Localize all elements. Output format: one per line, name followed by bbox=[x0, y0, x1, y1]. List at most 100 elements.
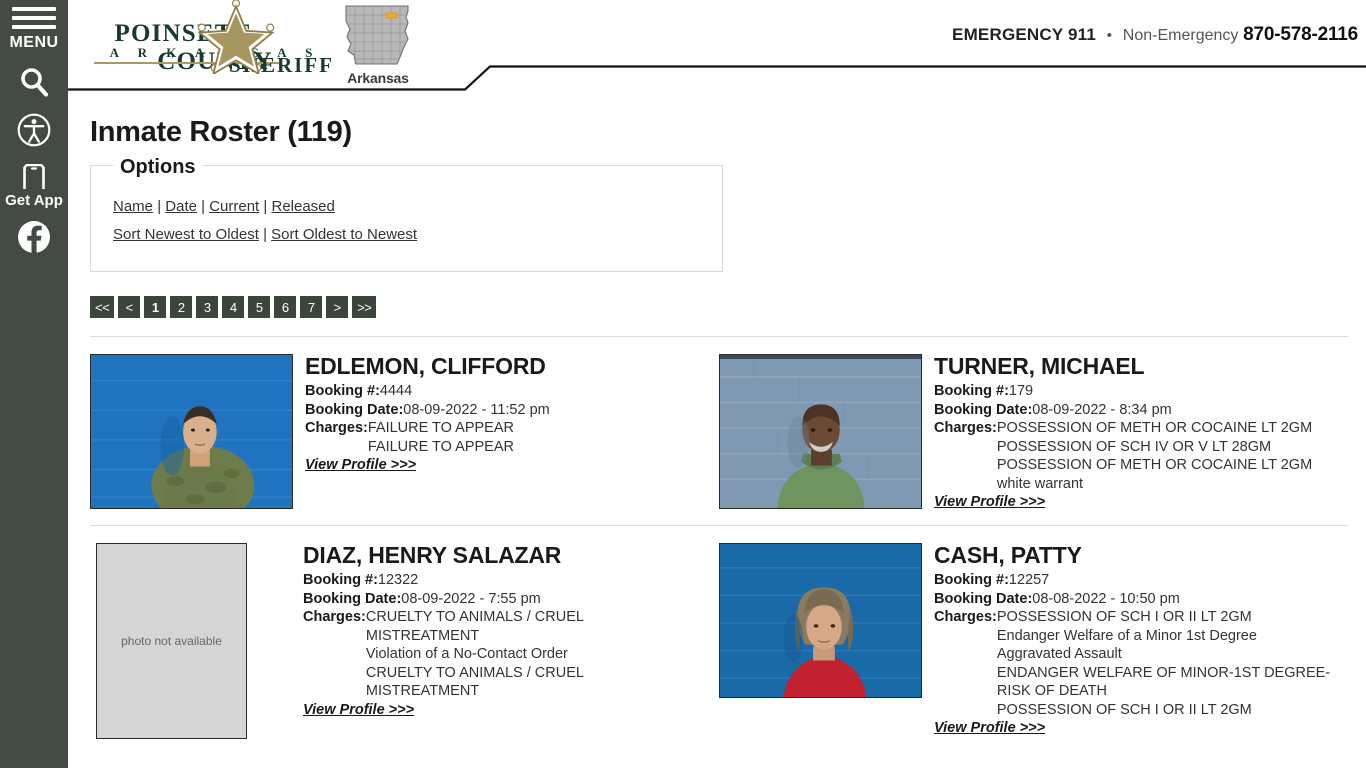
booking-number-value: 4444 bbox=[379, 383, 413, 400]
state-map-label: Arkansas bbox=[347, 70, 409, 86]
booking-number-label: Booking #: bbox=[934, 572, 1009, 589]
link-separator: | bbox=[157, 198, 162, 215]
inmate-mugshot[interactable] bbox=[719, 543, 922, 699]
pagination: << < 1 2 3 4 5 6 7 > >> bbox=[90, 296, 1366, 318]
filter-link-released[interactable]: Released bbox=[271, 198, 334, 215]
page-next-button[interactable]: > bbox=[326, 296, 349, 318]
hamburger-icon bbox=[12, 7, 56, 34]
state-map-widget[interactable]: Arkansas bbox=[336, 3, 420, 88]
inmate-card: CASH, PATTY Booking #:12257 Booking Date… bbox=[719, 543, 1348, 739]
inmate-details: TURNER, MICHAEL Booking #:179 Booking Da… bbox=[922, 354, 1348, 511]
inmate-details: EDLEMON, CLIFFORD Booking #:4444 Booking… bbox=[293, 354, 719, 511]
booking-number-value: 12257 bbox=[1008, 572, 1050, 589]
non-emergency-label: Non-Emergency bbox=[1122, 27, 1239, 44]
view-profile-link[interactable]: View Profile >>> bbox=[305, 457, 416, 473]
charge-item: white warrant bbox=[996, 475, 1084, 492]
booking-date-label: Booking Date: bbox=[303, 590, 402, 607]
inmate-booking-date-row: Booking Date:08-09-2022 - 8:34 pm bbox=[934, 401, 1348, 420]
charge-item: POSSESSION OF SCH IV OR V LT 28GM bbox=[996, 438, 1272, 455]
booking-date-value: 08-09-2022 - 11:52 pm bbox=[403, 401, 550, 418]
mugshot-image bbox=[720, 544, 921, 698]
charge-item: CRUELTY TO ANIMALS / CRUEL MISTREATMENT bbox=[365, 664, 584, 700]
view-profile-link[interactable]: View Profile >>> bbox=[934, 494, 1045, 510]
sort-oldest-to-newest-link[interactable]: Sort Oldest to Newest bbox=[271, 226, 417, 243]
view-profile-link[interactable]: View Profile >>> bbox=[934, 720, 1045, 736]
booking-number-value: 12322 bbox=[377, 572, 419, 589]
inmate-mugshot[interactable] bbox=[719, 354, 922, 509]
page-button-1[interactable]: 1 bbox=[144, 296, 167, 318]
sort-newest-to-oldest-link[interactable]: Sort Newest to Oldest bbox=[113, 226, 259, 243]
page-first-button[interactable]: << bbox=[90, 296, 115, 318]
filter-link-date[interactable]: Date bbox=[165, 198, 197, 215]
inmate-name[interactable]: DIAZ, HENRY SALAZAR bbox=[303, 543, 719, 567]
inmate-name[interactable]: EDLEMON, CLIFFORD bbox=[305, 354, 719, 378]
inmate-charges-row: Charges: POSSESSION OF SCH I OR II LT 2G… bbox=[934, 608, 1348, 719]
sheriff-logo[interactable]: POINSETT COUNTY A R K A N S A S SHERIFF bbox=[90, 0, 340, 77]
charge-item: Violation of a No-Contact Order bbox=[365, 646, 568, 663]
link-separator: | bbox=[263, 198, 268, 215]
inmate-card: EDLEMON, CLIFFORD Booking #:4444 Booking… bbox=[90, 354, 719, 511]
charge-item: POSSESSION OF METH OR COCAINE LT 2GM bbox=[996, 420, 1313, 437]
facebook-icon bbox=[18, 221, 50, 254]
charge-item: POSSESSION OF METH OR COCAINE LT 2GM bbox=[996, 457, 1313, 474]
emergency-number[interactable]: EMERGENCY 911 bbox=[952, 25, 1096, 44]
charges-list: FAILURE TO APPEAR FAILURE TO APPEAR bbox=[368, 419, 514, 456]
accessibility-button[interactable] bbox=[17, 113, 51, 147]
options-legend: Options bbox=[113, 156, 203, 179]
page-button-3[interactable]: 3 bbox=[196, 296, 219, 318]
charges-list: POSSESSION OF SCH I OR II LT 2GM Endange… bbox=[997, 608, 1348, 719]
link-separator: | bbox=[263, 226, 267, 243]
booking-date-value: 08-09-2022 - 7:55 pm bbox=[401, 590, 541, 607]
options-sort-links: Sort Newest to Oldest | Sort Oldest to N… bbox=[91, 221, 722, 249]
inmate-mugshot[interactable] bbox=[90, 354, 293, 509]
booking-date-value: 08-09-2022 - 8:34 pm bbox=[1032, 401, 1172, 418]
booking-number-label: Booking #: bbox=[303, 572, 378, 589]
filter-link-current[interactable]: Current bbox=[209, 198, 259, 215]
inmate-details: DIAZ, HENRY SALAZAR Booking #:12322 Book… bbox=[247, 543, 719, 739]
inmate-booking-date-row: Booking Date:08-08-2022 - 10:50 pm bbox=[934, 590, 1348, 609]
hamburger-menu-button[interactable]: MENU bbox=[0, 0, 68, 51]
sheriff-star-icon bbox=[197, 0, 275, 74]
inmate-name[interactable]: TURNER, MICHAEL bbox=[934, 354, 1348, 378]
charges-label: Charges: bbox=[305, 420, 368, 437]
booking-number-label: Booking #: bbox=[305, 383, 380, 400]
page-button-2[interactable]: 2 bbox=[170, 296, 193, 318]
inmate-booking-number-row: Booking #:4444 bbox=[305, 382, 719, 401]
charges-label: Charges: bbox=[934, 609, 997, 626]
mugshot-image bbox=[91, 355, 292, 508]
page-button-7[interactable]: 7 bbox=[300, 296, 323, 318]
inmate-name[interactable]: CASH, PATTY bbox=[934, 543, 1348, 567]
page-button-5[interactable]: 5 bbox=[248, 296, 271, 318]
charges-label: Charges: bbox=[934, 420, 997, 437]
non-emergency-phone[interactable]: 870-578-2116 bbox=[1243, 24, 1358, 45]
charge-item: Aggravated Assault bbox=[996, 646, 1122, 663]
facebook-button[interactable] bbox=[17, 220, 51, 254]
site-header: POINSETT COUNTY A R K A N S A S SHERIFF bbox=[68, 0, 1366, 92]
options-filter-links: Name | Date | Current | Released bbox=[91, 193, 722, 221]
inmate-roster-list: EDLEMON, CLIFFORD Booking #:4444 Booking… bbox=[90, 336, 1348, 753]
arkansas-map-icon bbox=[345, 5, 409, 65]
main-content: Inmate Roster (119) Options Name | Date … bbox=[68, 92, 1366, 768]
inmate-booking-date-row: Booking Date:08-09-2022 - 7:55 pm bbox=[303, 590, 719, 609]
charge-item: POSSESSION OF SCH I OR II LT 2GM bbox=[996, 609, 1252, 626]
filter-link-name[interactable]: Name bbox=[113, 198, 153, 215]
page-last-button[interactable]: >> bbox=[352, 296, 377, 318]
charge-item: Endanger Welfare of a Minor 1st Degree bbox=[996, 627, 1257, 644]
charge-item: FAILURE TO APPEAR bbox=[367, 420, 514, 437]
booking-date-label: Booking Date: bbox=[934, 590, 1033, 607]
search-button[interactable] bbox=[17, 65, 51, 99]
booking-number-label: Booking #: bbox=[934, 383, 1009, 400]
page-button-4[interactable]: 4 bbox=[222, 296, 245, 318]
page-prev-button[interactable]: < bbox=[118, 296, 141, 318]
get-app-button[interactable]: Get App bbox=[5, 164, 63, 208]
page-title: Inmate Roster (119) bbox=[90, 116, 352, 148]
charge-item: FAILURE TO APPEAR bbox=[367, 438, 514, 455]
inmate-booking-number-row: Booking #:12322 bbox=[303, 571, 719, 590]
charge-item: ENDANGER WELFARE OF MINOR-1ST DEGREE-RIS… bbox=[996, 664, 1331, 700]
inmate-details: CASH, PATTY Booking #:12257 Booking Date… bbox=[922, 543, 1348, 739]
mugshot-image bbox=[720, 355, 921, 508]
accessibility-icon bbox=[17, 113, 51, 147]
inmate-booking-number-row: Booking #:179 bbox=[934, 382, 1348, 401]
page-button-6[interactable]: 6 bbox=[274, 296, 297, 318]
view-profile-link[interactable]: View Profile >>> bbox=[303, 702, 414, 718]
